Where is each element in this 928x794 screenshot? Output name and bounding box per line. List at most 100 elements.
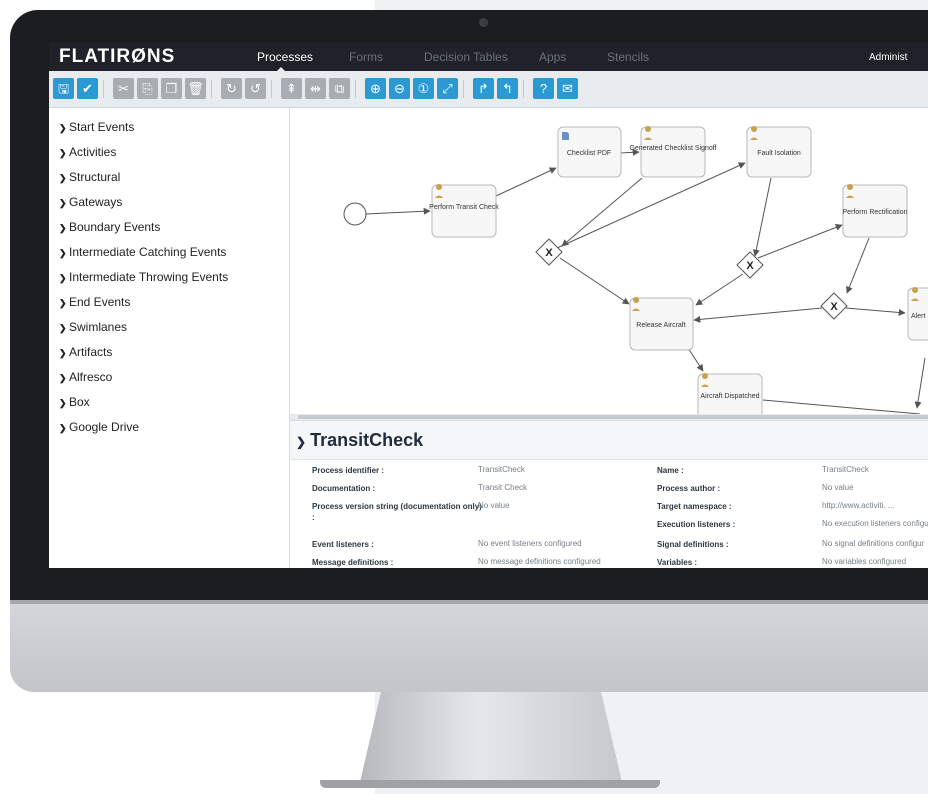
toolbar-divider xyxy=(523,80,524,98)
flow-gateway1-to-release[interactable] xyxy=(559,257,630,305)
palette-group-swimlanes[interactable]: ❯ Swimlanes xyxy=(59,320,127,334)
user-menu[interactable]: Administ xyxy=(869,52,907,63)
prop-value-event-listeners[interactable]: No event listeners configured xyxy=(478,539,582,548)
start-event[interactable] xyxy=(343,202,367,226)
chevron-right-icon: ❯ xyxy=(59,148,67,158)
flow-gateway3-to-release[interactable] xyxy=(693,307,823,323)
diagram-canvas[interactable]: Perform Transit Check Checklist PDF Gene… xyxy=(290,108,928,414)
redo-button[interactable]: ↻ xyxy=(221,78,242,99)
toolbar-divider xyxy=(103,80,104,98)
exclusive-gateway-1[interactable]: X xyxy=(535,238,563,266)
palette-group-intermediate-throwing-events[interactable]: ❯ Intermediate Throwing Events xyxy=(59,270,228,284)
flow-gateway2-to-rectification[interactable] xyxy=(757,224,843,259)
task-aircraft-dispatched[interactable]: Aircraft Dispatched xyxy=(697,373,763,414)
flow-dispatched-out[interactable] xyxy=(762,399,921,414)
tab-processes[interactable]: Processes xyxy=(257,50,313,64)
flow-alert-down[interactable] xyxy=(914,357,926,409)
chevron-right-icon: ❯ xyxy=(59,323,67,333)
prop-key-variables: Variables : xyxy=(657,558,698,567)
palette-group-artifacts[interactable]: ❯ Artifacts xyxy=(59,345,112,359)
task-checklist-pdf[interactable]: Checklist PDF xyxy=(557,126,622,178)
exclusive-gateway-2[interactable]: X xyxy=(736,251,764,279)
align-vertical-button[interactable]: ⇞ xyxy=(281,78,302,99)
palette-group-structural[interactable]: ❯ Structural xyxy=(59,170,120,184)
toolbar-divider xyxy=(271,80,272,98)
prop-value-target-namespace[interactable]: http://www.activiti. ... xyxy=(822,501,894,510)
tab-apps[interactable]: Apps xyxy=(539,50,566,64)
tab-stencils[interactable]: Stencils xyxy=(607,50,649,64)
zoom-out-button[interactable]: ⊖ xyxy=(389,78,410,99)
exclusive-gateway-3[interactable]: X xyxy=(820,292,848,320)
palette-group-intermediate-catching-events[interactable]: ❯ Intermediate Catching Events xyxy=(59,245,226,259)
prop-key-message-definitions: Message definitions : xyxy=(312,558,394,567)
paste-button[interactable]: ❐ xyxy=(161,78,182,99)
flow-gateway3-to-alert[interactable] xyxy=(845,307,906,316)
copy-button[interactable]: ⎘ xyxy=(137,78,158,99)
task-label-release-aircraft: Release Aircraft xyxy=(636,322,685,329)
flow-release-to-dispatched[interactable] xyxy=(687,347,704,372)
flow-gateway2-to-release[interactable] xyxy=(695,273,744,306)
tab-decision-tables[interactable]: Decision Tables xyxy=(424,50,508,64)
task-fault-isolation[interactable]: Fault Isolation xyxy=(746,126,812,178)
task-perform-rectification[interactable]: Perform Rectification xyxy=(842,184,908,238)
task-label-perform-rectification: Perform Rectification xyxy=(843,209,908,216)
help-button[interactable]: ? xyxy=(533,78,554,99)
prop-value-message-definitions[interactable]: No message definitions configured xyxy=(478,557,601,566)
prop-value-process-identifier[interactable]: TransitCheck xyxy=(478,465,525,474)
task-alert[interactable]: Alert xyxy=(907,287,928,341)
flow-start-to-transit[interactable] xyxy=(365,207,431,215)
monitor-stand xyxy=(360,692,622,782)
delete-button[interactable]: 🗑 xyxy=(185,78,206,99)
zoom-fit-button[interactable]: ⤢ xyxy=(437,78,458,99)
task-label-aircraft-dispatched: Aircraft Dispatched xyxy=(700,393,759,400)
palette-group-box[interactable]: ❯ Box xyxy=(59,395,90,409)
prop-value-process-version[interactable]: No value xyxy=(478,501,510,510)
scrollbar-thumb[interactable] xyxy=(298,415,928,419)
task-perform-transit-check[interactable]: Perform Transit Check xyxy=(429,184,499,238)
align-horizontal-button[interactable]: ⇹ xyxy=(305,78,326,99)
bendpoint-add-button[interactable]: ↱ xyxy=(473,78,494,99)
tab-forms[interactable]: Forms xyxy=(349,50,383,64)
prop-value-signal-definitions[interactable]: No signal definitions configur xyxy=(822,539,924,548)
same-size-button[interactable]: ⧉ xyxy=(329,78,350,99)
palette-group-activities[interactable]: ❯ Activities xyxy=(59,145,116,159)
flow-fault-to-gateway2[interactable] xyxy=(752,177,772,257)
palette-group-boundary-events[interactable]: ❯ Boundary Events xyxy=(59,220,160,234)
chevron-right-icon: ❯ xyxy=(59,423,67,433)
prop-key-process-author: Process author : xyxy=(657,484,721,493)
properties-title[interactable]: ❯ TransitCheck xyxy=(296,430,423,451)
prop-key-target-namespace: Target namespace : xyxy=(657,502,732,511)
bendpoint-remove-button[interactable]: ↰ xyxy=(497,78,518,99)
prop-value-documentation[interactable]: Transit Check xyxy=(478,483,527,492)
palette-group-end-events[interactable]: ❯ End Events xyxy=(59,295,130,309)
flow-transit-to-checklist[interactable] xyxy=(495,167,557,197)
prop-value-execution-listeners[interactable]: No execution listeners configu xyxy=(822,519,928,528)
flow-rectification-to-gateway3[interactable] xyxy=(846,237,870,294)
editor-toolbar: 🖫 ✔ ✂ ⎘ ❐ 🗑 ↻ ↺ ⇞ ⇹ ⧉ ⊕ ⊖ ① ⤢ ↱ ↰ ? ✉ xyxy=(49,71,928,108)
prop-value-variables[interactable]: No variables configured xyxy=(822,557,906,566)
task-label-checklist-pdf: Checklist PDF xyxy=(567,150,611,157)
palette-group-google-drive[interactable]: ❯ Google Drive xyxy=(59,420,139,434)
chevron-down-icon: ❯ xyxy=(296,435,307,449)
save-button[interactable]: 🖫 xyxy=(53,78,74,99)
monitor-divider xyxy=(10,600,928,604)
flow-signoff-to-gateway1[interactable] xyxy=(561,177,643,247)
palette-group-start-events[interactable]: ❯ Start Events xyxy=(59,120,134,134)
chevron-right-icon: ❯ xyxy=(59,123,67,133)
task-release-aircraft[interactable]: Release Aircraft xyxy=(629,297,694,351)
palette-group-alfresco[interactable]: ❯ Alfresco xyxy=(59,370,112,384)
feedback-button[interactable]: ✉ xyxy=(557,78,578,99)
prop-value-name[interactable]: TransitCheck xyxy=(822,465,869,474)
undo-button[interactable]: ↺ xyxy=(245,78,266,99)
zoom-in-button[interactable]: ⊕ xyxy=(365,78,386,99)
flow-checklist-to-signoff[interactable] xyxy=(620,148,640,156)
palette-group-gateways[interactable]: ❯ Gateways xyxy=(59,195,122,209)
prop-value-process-author[interactable]: No value xyxy=(822,483,854,492)
validate-button[interactable]: ✔ xyxy=(77,78,98,99)
cut-button[interactable]: ✂ xyxy=(113,78,134,99)
task-generated-checklist-signoff[interactable]: Generated Checklist Signoff xyxy=(629,126,717,178)
zoom-actual-button[interactable]: ① xyxy=(413,78,434,99)
prop-key-signal-definitions: Signal definitions : xyxy=(657,540,729,549)
chevron-right-icon: ❯ xyxy=(59,373,67,383)
app-logo[interactable]: FLATIRØNS xyxy=(59,46,175,68)
